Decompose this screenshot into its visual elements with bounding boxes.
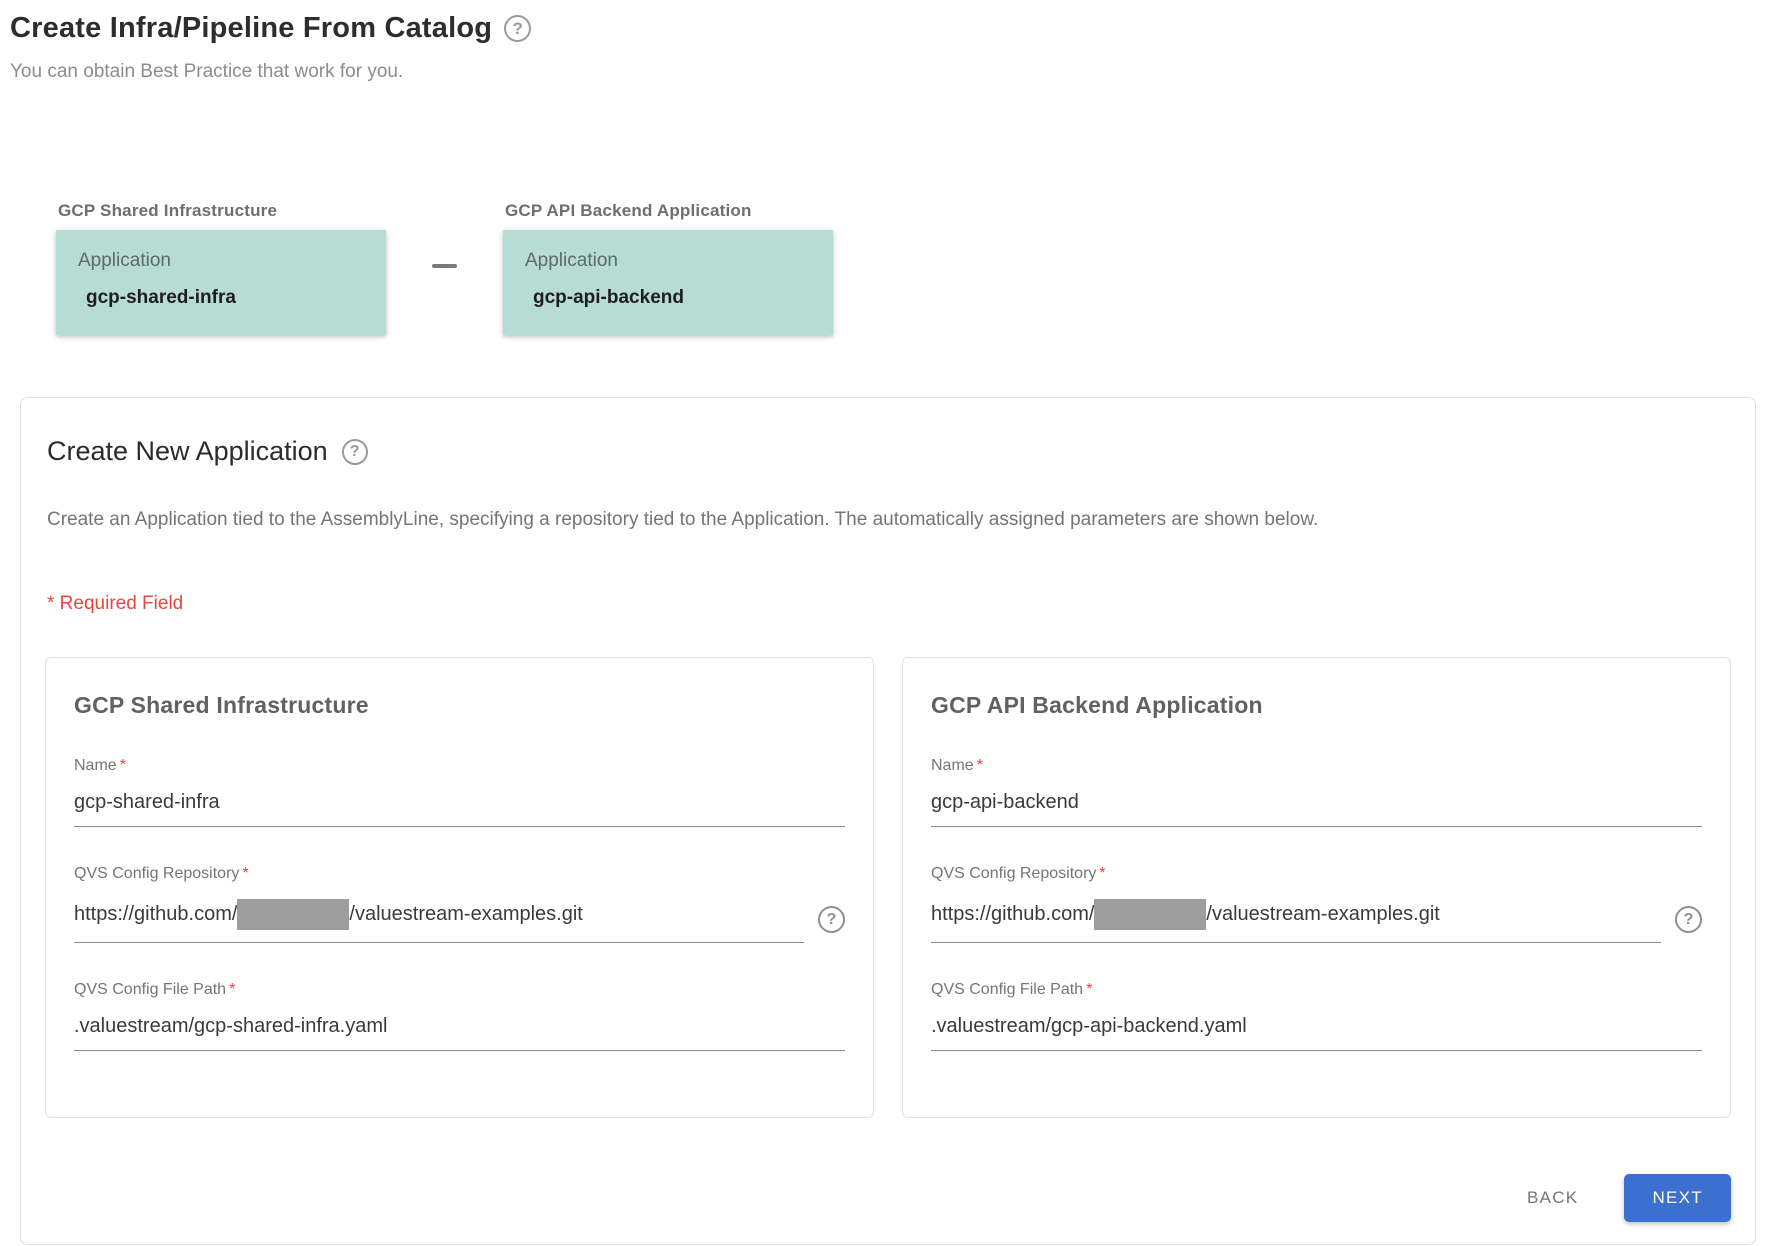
page-subtitle: You can obtain Best Practice that work f… <box>10 61 1770 83</box>
required-field-note: * Required Field <box>47 593 1731 615</box>
node-name: gcp-shared-infra <box>86 287 362 309</box>
path-input[interactable]: .valuestream/gcp-shared-infra.yaml <box>74 1007 845 1051</box>
repo-value-suffix: /valuestream-examples.git <box>1206 903 1439 926</box>
application-node-card: Application gcp-api-backend <box>503 230 833 335</box>
name-field: Name* gcp-api-backend <box>931 757 1702 827</box>
application-node-card: Application gcp-shared-infra <box>56 230 386 335</box>
create-application-card: Create New Application ? Create an Appli… <box>20 397 1756 1245</box>
back-button[interactable]: BACK <box>1519 1178 1587 1218</box>
required-asterisk: * <box>120 757 126 774</box>
name-field-label: Name* <box>931 757 1702 775</box>
name-input[interactable]: gcp-api-backend <box>931 783 1702 827</box>
wizard-help-icon[interactable]: ? <box>342 439 368 465</box>
section-title: GCP API Backend Application <box>931 692 1702 719</box>
required-asterisk: * <box>1099 865 1105 882</box>
repo-help-icon[interactable]: ? <box>818 906 845 933</box>
qvs-config-repository-field: QVS Config Repository* https://github.co… <box>74 865 845 943</box>
preview-node-api-backend: GCP API Backend Application Application … <box>503 201 833 335</box>
name-field-label: Name* <box>74 757 845 775</box>
name-field: Name* gcp-shared-infra <box>74 757 845 827</box>
qvs-config-file-path-field: QVS Config File Path* .valuestream/gcp-s… <box>74 981 845 1051</box>
node-connector <box>386 201 503 268</box>
qvs-config-file-path-field: QVS Config File Path* .valuestream/gcp-a… <box>931 981 1702 1051</box>
required-asterisk: * <box>229 981 235 998</box>
qvs-config-repository-field: QVS Config Repository* https://github.co… <box>931 865 1702 943</box>
page-title-help-icon[interactable]: ? <box>504 15 531 42</box>
field-label-text: Name <box>931 757 974 774</box>
node-kind-label: Application <box>525 250 809 272</box>
field-label-text: QVS Config Repository <box>931 865 1096 882</box>
repo-help-icon[interactable]: ? <box>1675 906 1702 933</box>
path-field-label: QVS Config File Path* <box>931 981 1702 999</box>
connector-line <box>432 264 457 268</box>
preview-node-title: GCP API Backend Application <box>505 201 833 221</box>
required-asterisk: * <box>1086 981 1092 998</box>
section-gcp-api-backend-application: GCP API Backend Application Name* gcp-ap… <box>902 657 1731 1118</box>
wizard-actions: BACK NEXT <box>45 1174 1731 1222</box>
redacted-text <box>237 899 349 930</box>
repo-value-prefix: https://github.com/ <box>74 903 237 926</box>
name-input[interactable]: gcp-shared-infra <box>74 783 845 827</box>
page-header: Create Infra/Pipeline From Catalog ? You… <box>0 0 1770 83</box>
preview-node-shared-infra: GCP Shared Infrastructure Application gc… <box>56 201 386 335</box>
path-input[interactable]: .valuestream/gcp-api-backend.yaml <box>931 1007 1702 1051</box>
field-label-text: QVS Config Repository <box>74 865 239 882</box>
node-kind-label: Application <box>78 250 362 272</box>
path-field-label: QVS Config File Path* <box>74 981 845 999</box>
repo-field-label: QVS Config Repository* <box>74 865 845 883</box>
wizard-description: Create an Application tied to the Assemb… <box>47 509 1731 531</box>
wizard-title: Create New Application <box>47 436 328 467</box>
repo-input[interactable]: https://github.com/ /valuestream-examples… <box>74 891 804 943</box>
required-asterisk: * <box>242 865 248 882</box>
next-button[interactable]: NEXT <box>1624 1174 1731 1222</box>
field-label-text: QVS Config File Path <box>74 981 226 998</box>
field-label-text: QVS Config File Path <box>931 981 1083 998</box>
pipeline-preview: GCP Shared Infrastructure Application gc… <box>56 201 1770 335</box>
repo-value-prefix: https://github.com/ <box>931 903 1094 926</box>
repo-field-label: QVS Config Repository* <box>931 865 1702 883</box>
preview-node-title: GCP Shared Infrastructure <box>58 201 386 221</box>
section-title: GCP Shared Infrastructure <box>74 692 845 719</box>
field-label-text: Name <box>74 757 117 774</box>
redacted-text <box>1094 899 1206 930</box>
section-gcp-shared-infrastructure: GCP Shared Infrastructure Name* gcp-shar… <box>45 657 874 1118</box>
page-title: Create Infra/Pipeline From Catalog <box>10 12 492 45</box>
required-asterisk: * <box>977 757 983 774</box>
repo-input[interactable]: https://github.com/ /valuestream-examples… <box>931 891 1661 943</box>
repo-value-suffix: /valuestream-examples.git <box>349 903 582 926</box>
node-name: gcp-api-backend <box>533 287 809 309</box>
